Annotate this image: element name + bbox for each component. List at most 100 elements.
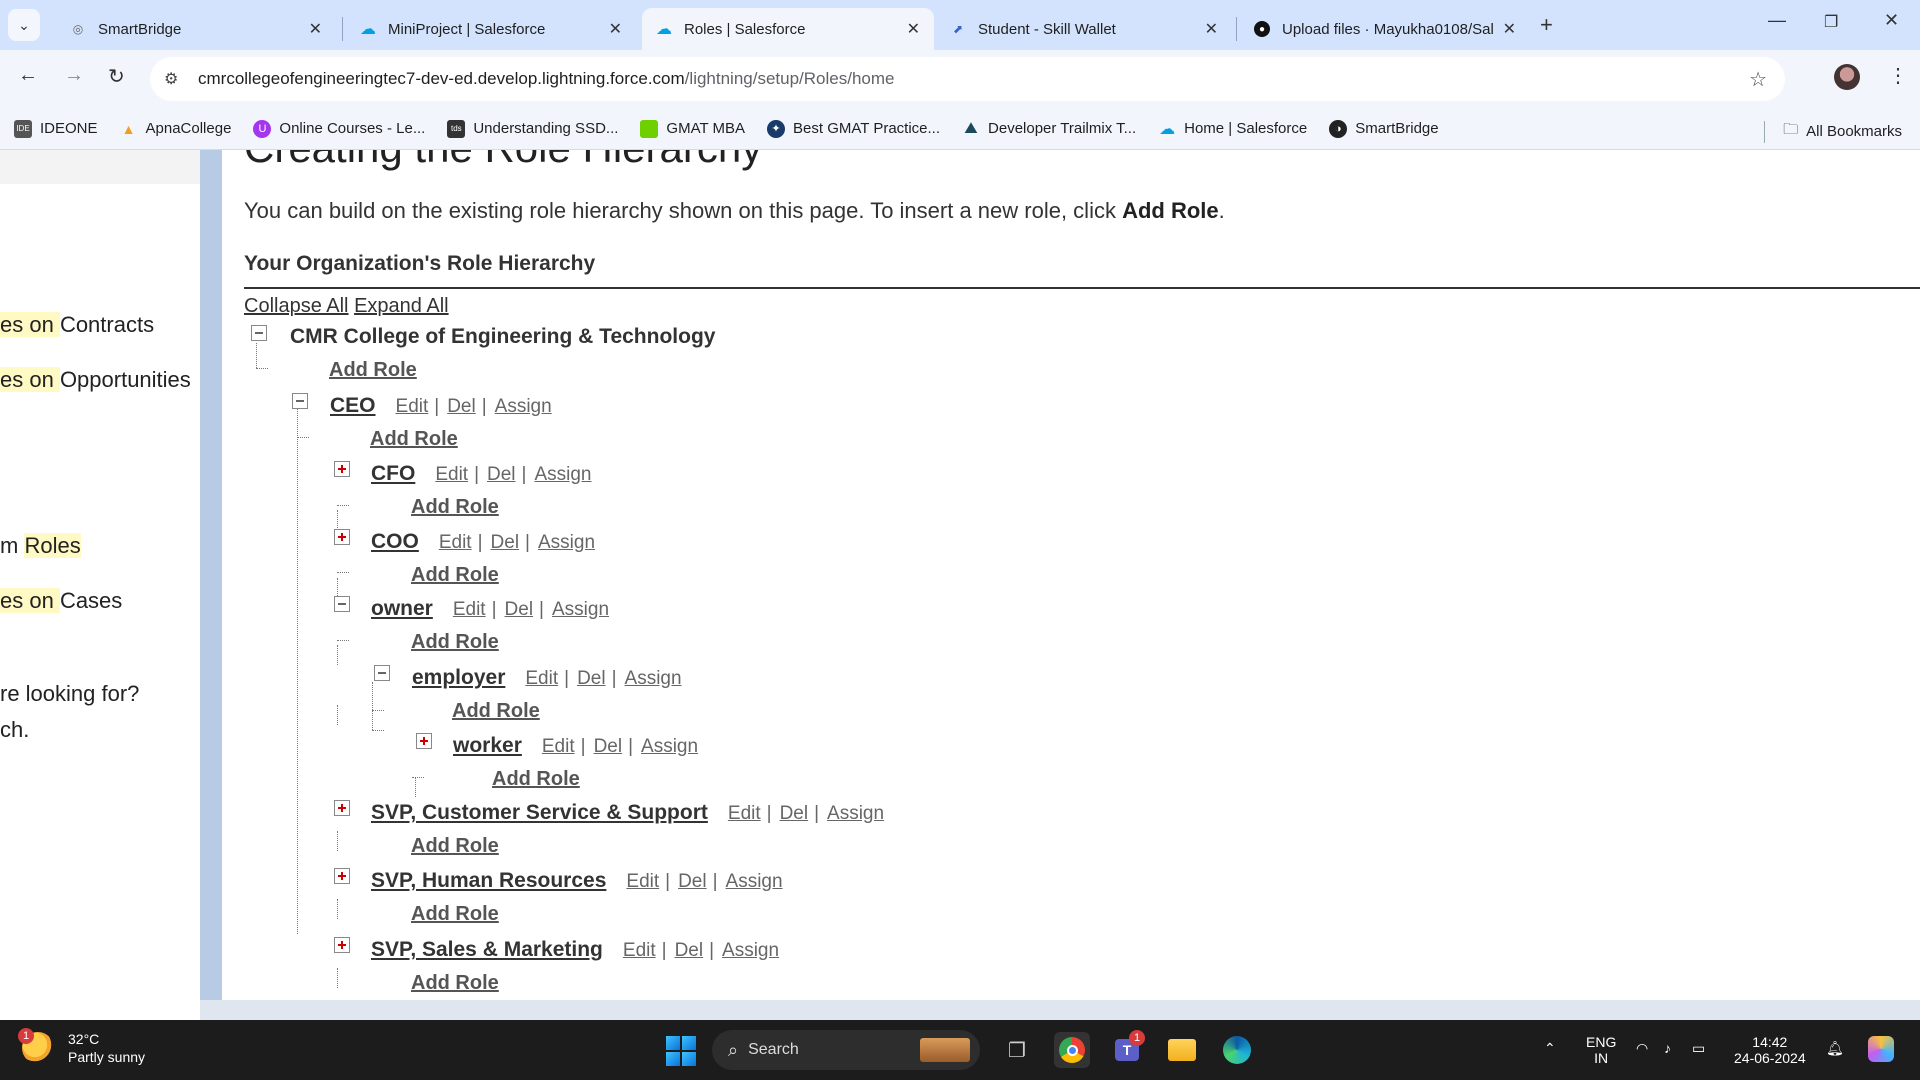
role-link-svp-sales-marketing[interactable]: SVP, Sales & Marketing xyxy=(371,938,603,962)
add-role-link[interactable]: Add Role xyxy=(411,972,499,995)
edit-link[interactable]: Edit xyxy=(396,396,429,417)
assign-link[interactable]: Assign xyxy=(722,940,779,961)
teams-icon[interactable]: T1 xyxy=(1109,1030,1145,1068)
tab-search-dropdown[interactable]: ⌄ xyxy=(8,9,40,41)
sidebar-item-roles[interactable]: m Roles xyxy=(0,533,81,559)
add-role-link[interactable]: Add Role xyxy=(411,631,499,654)
battery-icon[interactable]: ▭ xyxy=(1692,1040,1705,1056)
tab-github-upload[interactable]: ● Upload files · Mayukha0108/Sal ✕ xyxy=(1240,8,1530,50)
delete-link[interactable]: Del xyxy=(491,532,520,553)
delete-link[interactable]: Del xyxy=(678,871,707,892)
expand-all-link[interactable]: Expand All xyxy=(354,295,449,317)
add-role-link[interactable]: Add Role xyxy=(411,835,499,858)
assign-link[interactable]: Assign xyxy=(641,736,698,757)
all-bookmarks-button[interactable]: 🗀 All Bookmarks xyxy=(1764,119,1902,144)
delete-link[interactable]: Del xyxy=(780,803,809,824)
role-link-coo[interactable]: COO xyxy=(371,530,419,554)
assign-link[interactable]: Assign xyxy=(495,396,552,417)
reload-button[interactable]: ↻ xyxy=(108,64,125,89)
delete-link[interactable]: Del xyxy=(675,940,704,961)
add-role-link[interactable]: Add Role xyxy=(411,903,499,926)
tab-roles[interactable]: ☁ Roles | Salesforce ✕ xyxy=(642,8,934,50)
role-link-employer[interactable]: employer xyxy=(412,666,505,690)
edit-link[interactable]: Edit xyxy=(453,599,486,620)
assign-link[interactable]: Assign xyxy=(534,464,591,485)
collapse-toggle-icon[interactable] xyxy=(292,393,308,409)
role-link-owner[interactable]: owner xyxy=(371,597,433,621)
edit-link[interactable]: Edit xyxy=(542,736,575,757)
delete-link[interactable]: Del xyxy=(447,396,476,417)
pane-divider[interactable] xyxy=(200,150,222,1020)
address-bar[interactable]: ⚙ cmrcollegeofengineeringtec7-dev-ed.dev… xyxy=(150,57,1785,101)
assign-link[interactable]: Assign xyxy=(625,668,682,689)
edit-link[interactable]: Edit xyxy=(623,940,656,961)
edge-icon[interactable] xyxy=(1219,1032,1255,1068)
add-role-link[interactable]: Add Role xyxy=(492,768,580,791)
edit-link[interactable]: Edit xyxy=(525,668,558,689)
add-role-link[interactable]: Add Role xyxy=(411,496,499,519)
task-view-icon[interactable]: ❐ xyxy=(999,1032,1035,1068)
edit-link[interactable]: Edit xyxy=(435,464,468,485)
tab-skill-wallet[interactable]: ⬈ Student - Skill Wallet ✕ xyxy=(936,8,1232,50)
role-link-svp-human-resources[interactable]: SVP, Human Resources xyxy=(371,869,606,893)
sidebar-item-cases[interactable]: es on Cases xyxy=(0,588,122,614)
assign-link[interactable]: Assign xyxy=(827,803,884,824)
edit-link[interactable]: Edit xyxy=(439,532,472,553)
close-icon[interactable]: ✕ xyxy=(609,19,622,39)
weather-widget[interactable]: 1 32°C Partly sunny xyxy=(18,1028,145,1066)
wifi-icon[interactable]: ◠ xyxy=(1636,1040,1648,1056)
collapse-toggle-icon[interactable] xyxy=(334,596,350,612)
bookmark-trailmix[interactable]: ⛰ Developer Trailmix T... xyxy=(962,120,1136,138)
assign-link[interactable]: Assign xyxy=(538,532,595,553)
start-button[interactable] xyxy=(666,1036,696,1066)
bookmark-best-gmat[interactable]: ✦ Best GMAT Practice... xyxy=(767,119,940,138)
show-hidden-icons[interactable]: ⌃ xyxy=(1544,1040,1556,1056)
assign-link[interactable]: Assign xyxy=(552,599,609,620)
role-link-ceo[interactable]: CEO xyxy=(330,394,376,418)
new-tab-button[interactable]: + xyxy=(1540,12,1553,38)
role-link-svp-customer-service[interactable]: SVP, Customer Service & Support xyxy=(371,801,708,825)
expand-toggle-icon[interactable] xyxy=(334,800,350,816)
collapse-toggle-icon[interactable] xyxy=(251,325,267,341)
add-role-link[interactable]: Add Role xyxy=(329,359,417,382)
sidebar-item-contracts[interactable]: es on Contracts xyxy=(0,312,154,338)
add-role-link[interactable]: Add Role xyxy=(411,564,499,587)
close-window-button[interactable]: ✕ xyxy=(1884,10,1899,31)
tab-smartbridge[interactable]: ◎ SmartBridge ✕ xyxy=(56,8,336,50)
volume-icon[interactable]: ♪ xyxy=(1664,1040,1671,1056)
bookmark-online-courses[interactable]: U Online Courses - Le... xyxy=(253,119,425,138)
site-info-icon[interactable]: ⚙ xyxy=(164,69,186,89)
language-indicator[interactable]: ENG IN xyxy=(1586,1034,1616,1066)
add-role-link[interactable]: Add Role xyxy=(370,428,458,451)
assign-link[interactable]: Assign xyxy=(726,871,783,892)
delete-link[interactable]: Del xyxy=(505,599,534,620)
close-icon[interactable]: ✕ xyxy=(309,19,322,39)
expand-toggle-icon[interactable] xyxy=(416,733,432,749)
edit-link[interactable]: Edit xyxy=(728,803,761,824)
add-role-link[interactable]: Add Role xyxy=(452,700,540,723)
close-icon[interactable]: ✕ xyxy=(1503,19,1516,39)
copilot-icon[interactable] xyxy=(1868,1036,1894,1065)
bookmark-apnacollege[interactable]: ▲ ApnaCollege xyxy=(120,120,232,138)
expand-toggle-icon[interactable] xyxy=(334,937,350,953)
chrome-icon[interactable] xyxy=(1054,1032,1090,1068)
bookmark-smartbridge[interactable]: ◑ SmartBridge xyxy=(1329,119,1439,138)
collapse-toggle-icon[interactable] xyxy=(374,665,390,681)
expand-toggle-icon[interactable] xyxy=(334,529,350,545)
restore-button[interactable]: ❐ xyxy=(1824,12,1838,32)
bookmark-gmat-mba[interactable]: GMAT MBA xyxy=(640,119,745,138)
close-icon[interactable]: ✕ xyxy=(907,19,920,39)
sidebar-item-opportunities[interactable]: es on Opportunities xyxy=(0,367,191,393)
delete-link[interactable]: Del xyxy=(594,736,623,757)
close-icon[interactable]: ✕ xyxy=(1205,19,1218,39)
clock[interactable]: 14:42 24-06-2024 xyxy=(1734,1034,1806,1066)
minimize-button[interactable]: — xyxy=(1768,10,1786,31)
bookmark-understanding-ssd[interactable]: tds Understanding SSD... xyxy=(447,119,618,138)
notifications-bell-icon[interactable]: 🔔︎ xyxy=(1826,1040,1844,1056)
taskbar-search[interactable]: ⌕ Search xyxy=(712,1030,980,1070)
forward-button[interactable]: → xyxy=(64,64,84,87)
edit-link[interactable]: Edit xyxy=(626,871,659,892)
tab-miniproject[interactable]: ☁ MiniProject | Salesforce ✕ xyxy=(346,8,636,50)
bookmark-home-salesforce[interactable]: ☁ Home | Salesforce xyxy=(1158,120,1307,138)
role-link-cfo[interactable]: CFO xyxy=(371,462,415,486)
